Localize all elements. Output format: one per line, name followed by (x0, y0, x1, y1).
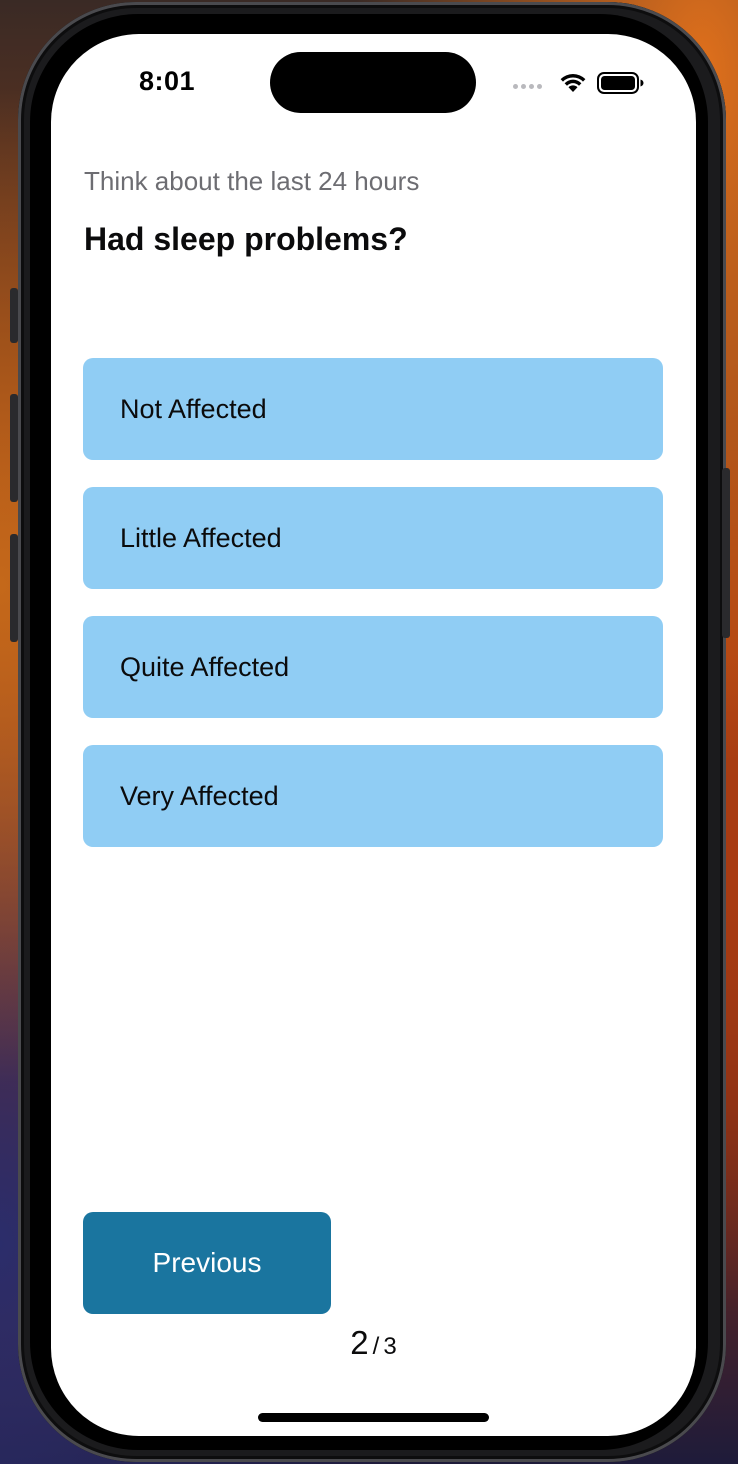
previous-button-label: Previous (152, 1247, 262, 1278)
app-screen: 8:01 Think about the last 24 hours Had s… (51, 34, 696, 1436)
question-context: Think about the last 24 hours (84, 166, 420, 196)
option-very-affected-button[interactable]: Very Affected (83, 745, 663, 847)
page-current: 2 (350, 1324, 369, 1361)
battery-icon (597, 72, 644, 94)
volume-up-button (10, 394, 18, 502)
cellular-signal-icon (513, 84, 542, 89)
dynamic-island (270, 52, 476, 113)
option-label: Very Affected (120, 780, 279, 811)
home-indicator[interactable] (258, 1413, 489, 1422)
option-not-affected-button[interactable]: Not Affected (83, 358, 663, 460)
answer-options: Not Affected Little Affected Quite Affec… (83, 358, 663, 874)
question-title: Had sleep problems? (84, 221, 408, 257)
option-label: Not Affected (120, 393, 267, 424)
volume-down-button (10, 534, 18, 642)
page-total: 3 (383, 1333, 397, 1360)
status-time: 8:01 (139, 66, 196, 96)
page-separator: / (372, 1333, 380, 1360)
status-icons (513, 70, 653, 96)
wifi-icon (560, 73, 586, 92)
option-label: Little Affected (120, 522, 282, 553)
status-bar: 8:01 (51, 34, 696, 124)
option-quite-affected-button[interactable]: Quite Affected (83, 616, 663, 718)
page-indicator: 2/3 (51, 1324, 696, 1362)
option-label: Quite Affected (120, 651, 290, 682)
previous-button[interactable]: Previous (83, 1212, 331, 1314)
power-button (722, 468, 730, 638)
option-little-affected-button[interactable]: Little Affected (83, 487, 663, 589)
action-button (10, 288, 18, 343)
